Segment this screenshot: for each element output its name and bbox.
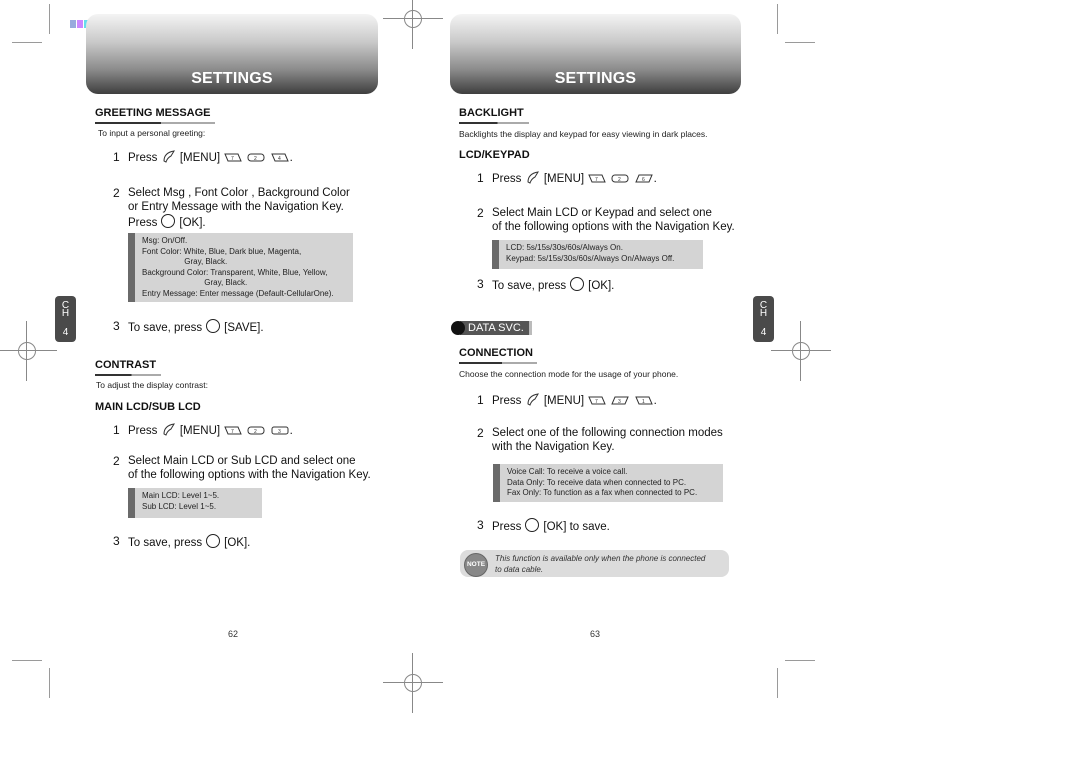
svg-text:7: 7 [231,156,234,162]
option-line: Keypad: 5s/15s/30s/60s/Always On/Always … [506,253,675,263]
ok-key-icon [161,214,176,228]
greeting-description: To input a personal greeting: [98,128,206,138]
option-line: Voice Call: To receive a voice call. [507,467,628,476]
greeting-message-heading: GREETING MESSAGE [95,107,215,124]
svg-text:3: 3 [618,399,621,405]
key-4-icon: 4 [270,153,289,162]
contrast-heading: CONTRAST [95,359,161,376]
connection-heading: CONNECTION [459,347,537,364]
backlight-step-3: 3 To save, press [OK]. [477,277,615,292]
contrast-step-2: 2 Select Main LCD or Sub LCD and select … [113,454,371,481]
registration-mark-right [771,321,831,381]
svg-text:7: 7 [595,399,598,405]
registration-mark-bottom [383,653,443,713]
crop-mark [49,668,50,698]
greeting-step-3: 3 To save, press [SAVE]. [113,319,264,334]
option-line: Gray, Black. [142,257,228,266]
lcd-keypad-subheading: LCD/KEYPAD [459,149,530,161]
menu-key-icon [163,423,175,436]
option-line: Font Color: White, Blue, Dark blue, Mage… [142,246,302,256]
option-line: Main LCD: Level 1~5. [142,491,220,500]
ok-key-icon [206,319,221,333]
note-text-line: to data cable. [495,565,544,574]
backlight-description: Backlights the display and keypad for ea… [459,129,708,139]
greeting-options-box: Msg: On/Off. Font Color: White, Blue, Da… [128,233,353,302]
connection-step-2: 2 Select one of the following connection… [477,426,723,453]
backlight-heading: BACKLIGHT [459,107,529,124]
bullet-icon [451,321,465,335]
option-line: Gray, Black. [142,278,248,287]
backlight-step-1: 1 Press [MENU] 7 2 6. [477,171,657,185]
page-number-right: 63 [590,629,601,639]
key-2-icon: 2 [247,153,265,162]
note-icon: NOTE [464,553,488,577]
key-2-icon: 2 [611,174,629,183]
svg-text:4: 4 [278,156,281,162]
contrast-description: To adjust the display contrast: [96,380,208,390]
svg-text:2: 2 [254,429,257,435]
connection-description: Choose the connection mode for the usage… [459,369,679,379]
menu-key-icon [527,171,539,184]
left-page-banner: SETTINGS [86,14,378,94]
greeting-step-2: 2 Select Msg , Font Color , Background C… [113,186,350,229]
svg-text:7: 7 [595,177,598,183]
key-7-icon: 7 [224,153,243,162]
key-1-icon: 1 [634,396,653,405]
chapter-tab-left: C H 4 [55,296,76,342]
right-page-banner: SETTINGS [450,14,741,94]
banner-title: SETTINGS [554,70,637,87]
option-line: Fax Only: To function as a fax when conn… [507,488,698,497]
crop-mark [785,42,815,43]
crop-mark [49,4,50,34]
backlight-step-2: 2 Select Main LCD or Keypad and select o… [477,206,735,233]
svg-text:1: 1 [642,399,645,405]
ok-key-icon [206,534,221,548]
crop-mark [12,660,42,661]
greeting-step-1: 1 Press [MENU] 7 2 4. [113,150,293,164]
svg-text:2: 2 [254,156,257,162]
menu-key-icon [527,393,539,406]
crop-mark [777,668,778,698]
note-box: NOTE This function is available only whe… [460,550,729,577]
option-line: Msg: On/Off. [142,236,188,245]
connection-options-box: Voice Call: To receive a voice call. Dat… [493,464,723,502]
crop-mark [785,660,815,661]
option-line: Entry Message: Enter message (Default-Ce… [142,288,334,298]
menu-key-icon [163,150,175,163]
crop-mark [777,4,778,34]
registration-mark-top [383,0,443,49]
svg-text:3: 3 [278,429,281,435]
option-line: Sub LCD: Level 1~5. [142,501,217,511]
key-7-icon: 7 [588,396,607,405]
data-svc-label: DATA SVC. [460,321,532,335]
option-line: LCD: 5s/15s/30s/60s/Always On. [506,243,623,252]
key-6-icon: 6 [634,174,653,183]
connection-step-3: 3 Press [OK] to save. [477,518,610,533]
backlight-options-box: LCD: 5s/15s/30s/60s/Always On. Keypad: 5… [492,240,703,269]
main-sub-lcd-subheading: MAIN LCD/SUB LCD [95,401,201,413]
registration-mark-left [0,321,57,381]
key-3-icon: 3 [611,396,630,405]
chapter-tab-right: C H 4 [753,296,774,342]
contrast-options-box: Main LCD: Level 1~5. Sub LCD: Level 1~5. [128,488,262,518]
key-3-icon: 3 [271,426,289,435]
option-line: Data Only: To receive data when connecte… [507,477,687,487]
page-number-left: 62 [228,629,239,639]
connection-step-1: 1 Press [MENU] 7 3 1. [477,393,657,407]
ok-key-icon [570,277,585,291]
contrast-step-1: 1 Press [MENU] 7 2 3. [113,423,293,437]
svg-text:7: 7 [231,429,234,435]
banner-title: SETTINGS [191,70,273,87]
key-7-icon: 7 [588,174,607,183]
note-text-line: This function is available only when the… [495,554,706,563]
key-7-icon: 7 [224,426,243,435]
ok-key-icon [525,518,540,532]
option-line: Background Color: Transparent, White, Bl… [142,267,328,277]
svg-text:2: 2 [618,177,621,183]
svg-text:6: 6 [642,177,645,183]
crop-mark [12,42,42,43]
key-2-icon: 2 [247,426,265,435]
contrast-step-3: 3 To save, press [OK]. [113,534,251,549]
